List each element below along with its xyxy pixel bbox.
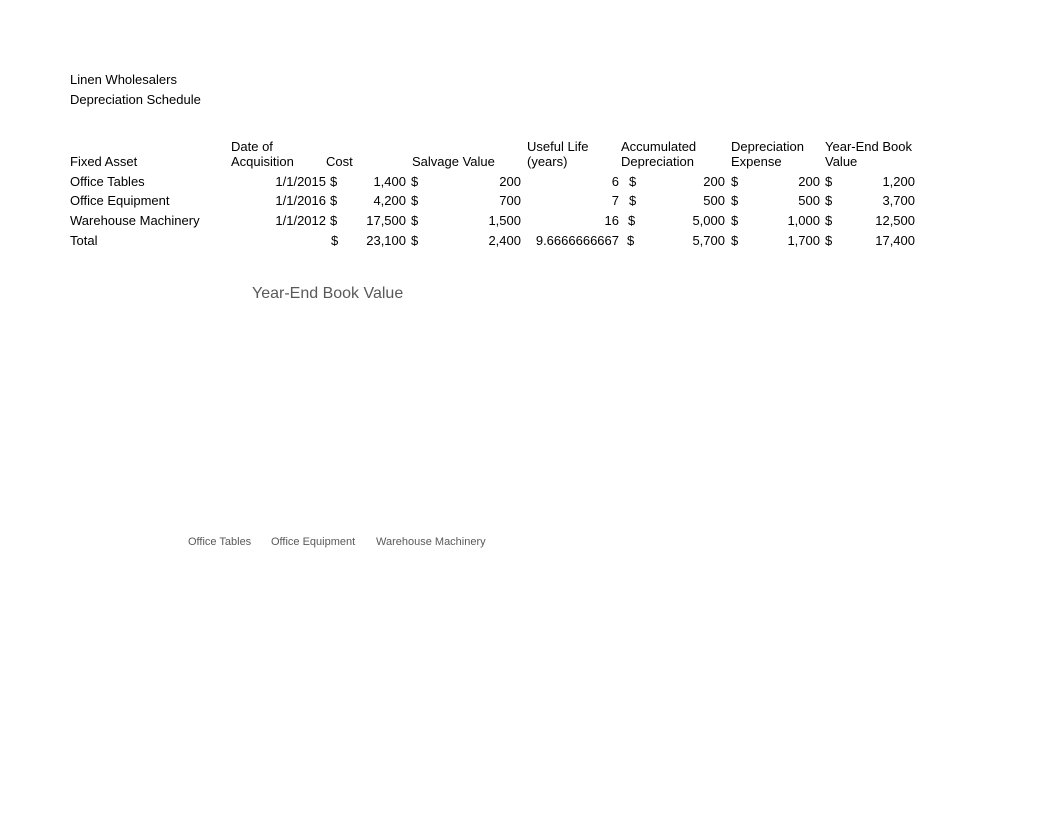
header-life-line2: (years): [527, 154, 568, 169]
cell-expense-currency: $: [731, 174, 739, 189]
cell-asset: Total: [70, 233, 98, 248]
cell-expense: 1,000: [787, 213, 820, 228]
cell-cost-currency: $: [330, 213, 338, 228]
header-life-line1: Useful Life: [527, 139, 589, 154]
cell-book-currency: $: [825, 193, 833, 208]
cell-life: 6: [611, 174, 619, 189]
header-date-line1: Date of: [231, 139, 273, 154]
cell-salvage: 200: [499, 174, 521, 189]
cell-accum: 500: [703, 193, 725, 208]
cell-life: 16: [604, 213, 619, 228]
cell-accum-currency: $: [628, 213, 636, 228]
cell-asset: Office Tables: [70, 174, 145, 189]
cell-book-currency: $: [825, 213, 833, 228]
legend-item-warehouse-machinery: Warehouse Machinery: [376, 536, 486, 548]
cell-salvage: 2,400: [488, 233, 521, 248]
cell-date: 1/1/2012: [275, 213, 326, 228]
cell-cost: 1,400: [373, 174, 406, 189]
header-date-line2: Acquisition: [231, 154, 294, 169]
cell-life: 7: [611, 193, 619, 208]
cell-expense: 500: [798, 193, 820, 208]
cell-book-currency: $: [825, 233, 833, 248]
cell-salvage: 700: [499, 193, 521, 208]
cell-expense-currency: $: [731, 193, 739, 208]
cell-date: 1/1/2016: [275, 193, 326, 208]
cell-cost: 17,500: [366, 213, 406, 228]
cell-book: 1,200: [882, 174, 915, 189]
cell-date: 1/1/2015: [275, 174, 326, 189]
header-expense-line2: Expense: [731, 154, 782, 169]
cell-salvage-currency: $: [411, 174, 419, 189]
legend-item-office-equipment: Office Equipment: [271, 536, 356, 548]
cell-expense: 1,700: [787, 233, 820, 248]
header-accum-line1: Accumulated: [621, 139, 697, 154]
cell-asset: Office Equipment: [70, 193, 170, 208]
legend-item-office-tables: Office Tables: [188, 536, 252, 548]
cell-expense: 200: [798, 174, 820, 189]
cell-accum: 5,700: [692, 233, 725, 248]
cell-accum: 200: [703, 174, 725, 189]
cell-cost: 23,100: [366, 233, 406, 248]
header-salvage: Salvage Value: [412, 154, 495, 169]
company-name: Linen Wholesalers: [70, 72, 177, 87]
cell-accum: 5,000: [692, 213, 725, 228]
cell-accum-currency: $: [627, 233, 635, 248]
cell-salvage-currency: $: [411, 233, 419, 248]
cell-book: 12,500: [875, 213, 915, 228]
header-expense-line1: Depreciation: [731, 139, 804, 154]
cell-expense-currency: $: [731, 233, 739, 248]
cell-life: 9.6666666667: [535, 233, 619, 248]
cell-book-currency: $: [825, 174, 833, 189]
cell-cost-currency: $: [330, 193, 338, 208]
header-fixed-asset: Fixed Asset: [70, 154, 138, 169]
header-book-line2: Value: [825, 154, 858, 169]
sheet-title: Depreciation Schedule: [70, 92, 201, 107]
header-accum-line2: Depreciation: [621, 154, 694, 169]
cell-salvage-currency: $: [411, 213, 419, 228]
cell-expense-currency: $: [731, 213, 739, 228]
header-book-line1: Year-End Book: [825, 139, 912, 154]
cell-cost: 4,200: [373, 193, 406, 208]
cell-salvage-currency: $: [411, 193, 419, 208]
cell-asset: Warehouse Machinery: [70, 213, 200, 228]
header-cost: Cost: [326, 154, 353, 169]
cell-book: 3,700: [882, 193, 915, 208]
chart-title: Year-End Book Value: [252, 285, 404, 302]
cell-cost-currency: $: [330, 174, 338, 189]
cell-salvage: 1,500: [488, 213, 521, 228]
cell-book: 17,400: [875, 233, 915, 248]
